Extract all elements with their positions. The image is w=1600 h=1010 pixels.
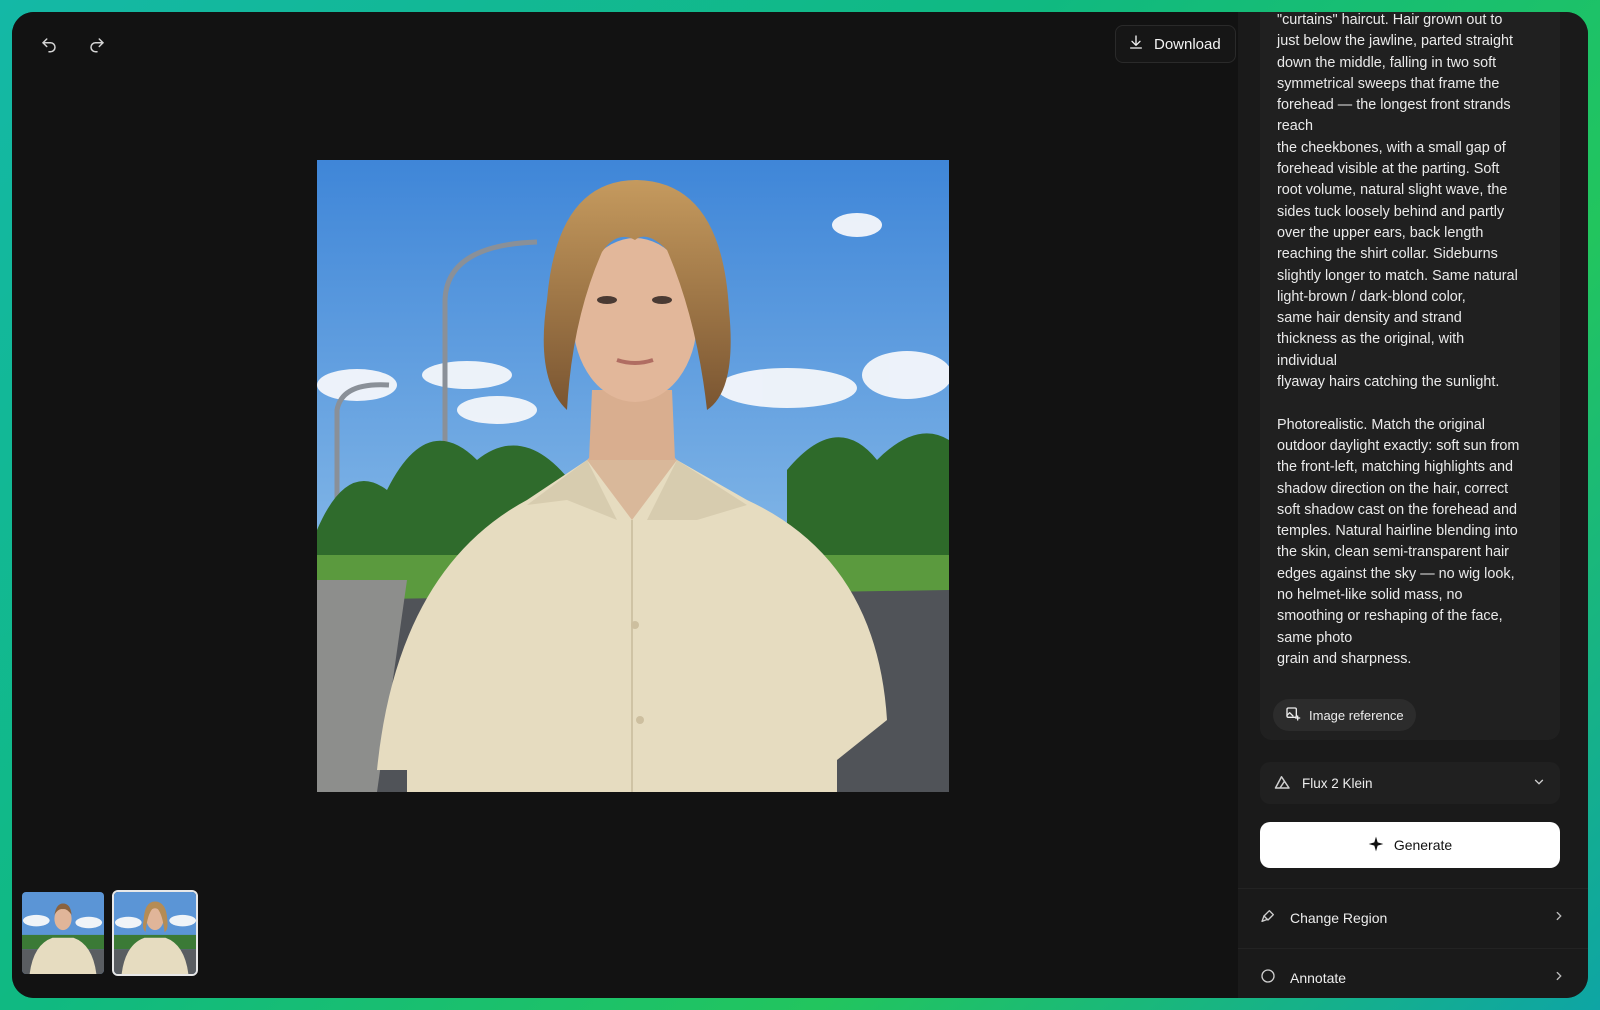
- prompt-card: "curtains" haircut. Hair grown out to ju…: [1260, 12, 1560, 740]
- image-reference-button[interactable]: Image reference: [1273, 699, 1416, 731]
- image-reference-label: Image reference: [1309, 707, 1404, 723]
- generate-label: Generate: [1393, 837, 1453, 853]
- app-window: Download "curtains" haircut. Hair grown …: [12, 12, 1588, 998]
- generated-image[interactable]: [317, 160, 949, 792]
- model-name: Flux 2 Klein: [1302, 775, 1373, 791]
- undo-icon[interactable]: [36, 32, 62, 58]
- prompt-textarea[interactable]: "curtains" haircut. Hair grown out to ju…: [1277, 12, 1545, 670]
- brush-icon: [1260, 908, 1276, 927]
- download-icon: [1128, 34, 1144, 54]
- tool-label: Change Region: [1290, 909, 1388, 926]
- thumbnail-edited[interactable]: [112, 890, 198, 976]
- download-button[interactable]: Download: [1115, 25, 1236, 63]
- download-label: Download: [1154, 35, 1221, 53]
- history-thumbnails: [20, 890, 198, 976]
- tool-change-region[interactable]: Change Region: [1238, 888, 1588, 946]
- image-add-icon: [1285, 706, 1301, 725]
- thumbnail-original[interactable]: [20, 890, 106, 976]
- tool-annotate[interactable]: Annotate: [1238, 948, 1588, 998]
- canvas-workspace: Download: [12, 12, 1250, 998]
- model-icon: [1274, 774, 1292, 793]
- annotate-icon: [1260, 968, 1276, 987]
- tool-label: Annotate: [1290, 969, 1347, 986]
- generate-button[interactable]: Generate: [1260, 822, 1560, 868]
- chevron-right-icon: [1552, 969, 1566, 986]
- edit-panel: "curtains" haircut. Hair grown out to ju…: [1238, 12, 1588, 998]
- chevron-down-icon: [1532, 775, 1546, 792]
- redo-icon[interactable]: [84, 32, 110, 58]
- model-select[interactable]: Flux 2 Klein: [1260, 762, 1560, 804]
- chevron-right-icon: [1552, 909, 1566, 926]
- history-controls: [36, 32, 110, 58]
- sparkle-icon: [1368, 836, 1384, 855]
